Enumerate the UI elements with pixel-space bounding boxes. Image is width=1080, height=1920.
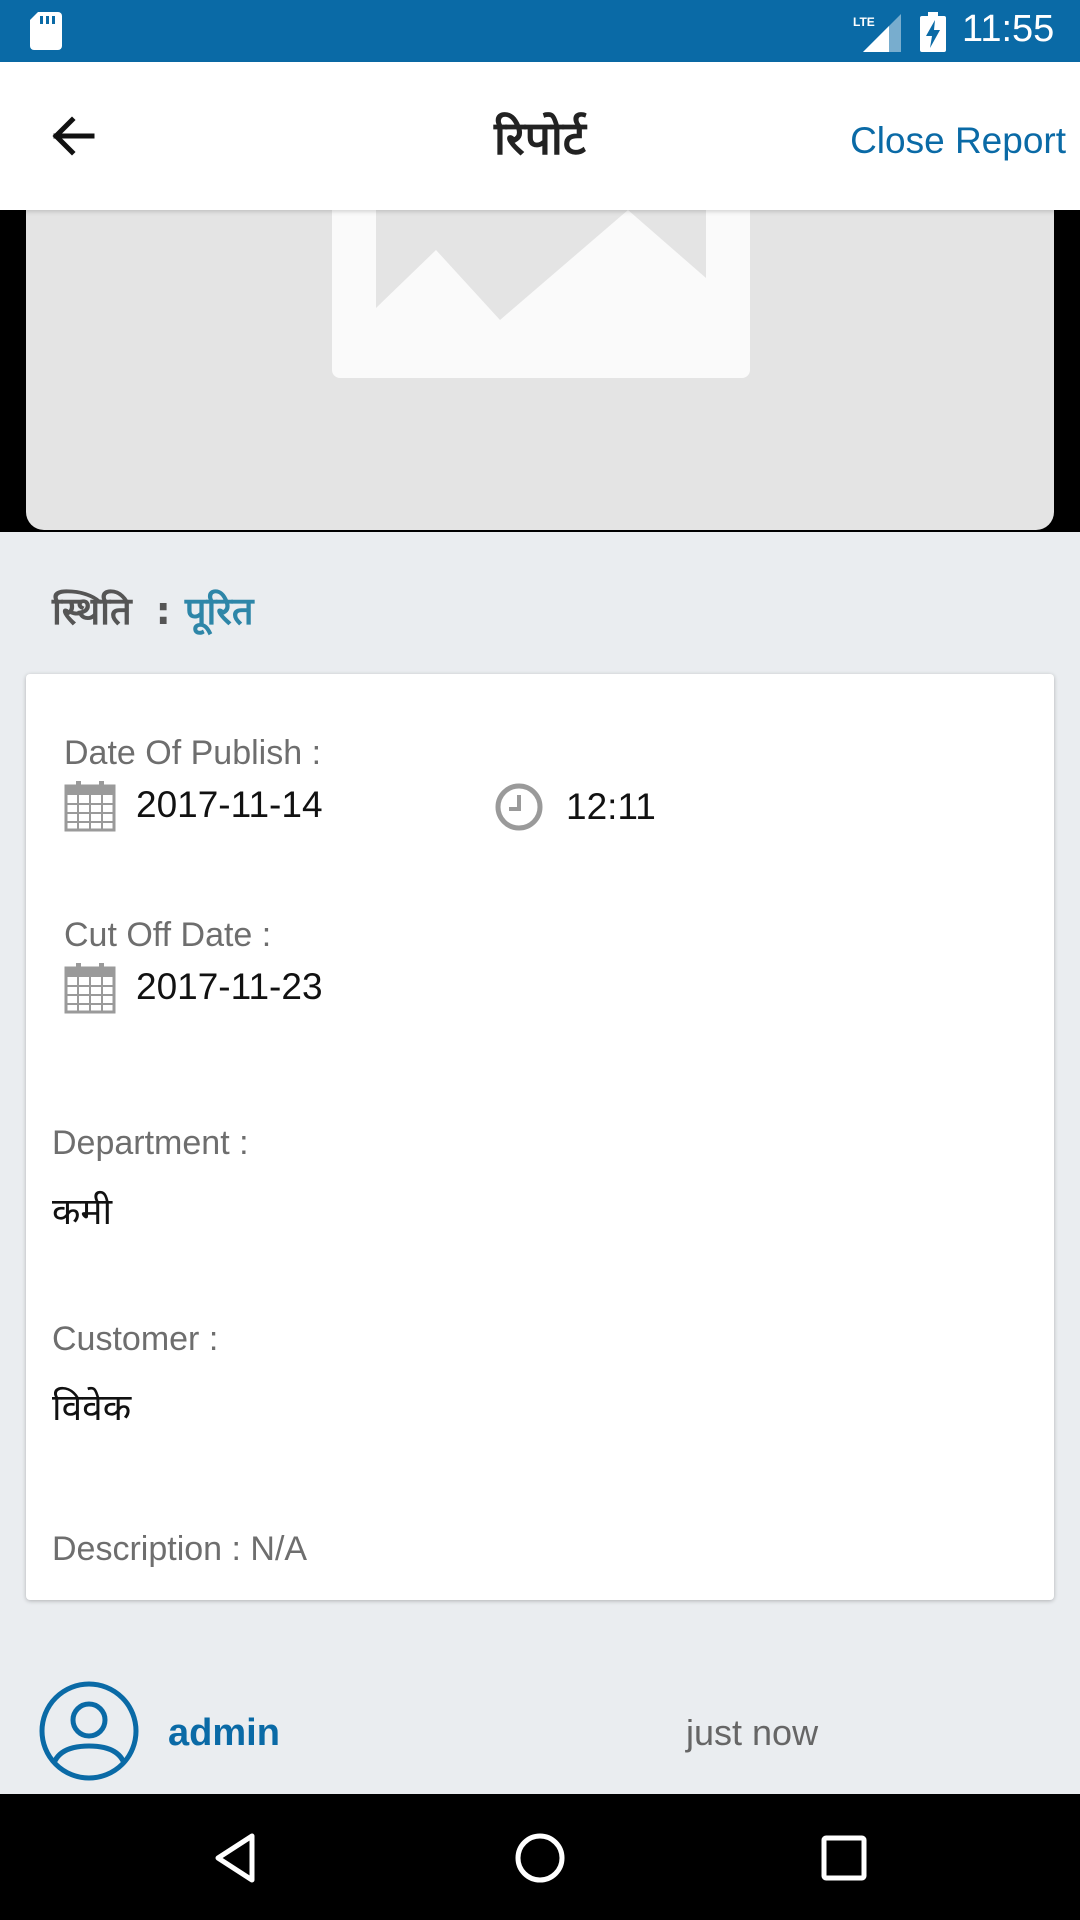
cutoff-date-label: Cut Off Date : xyxy=(64,916,272,954)
signal-lte-icon: LTE xyxy=(853,14,901,52)
clock-time: 11:55 xyxy=(962,8,1055,50)
clock-icon xyxy=(495,783,543,831)
customer-label: Customer : xyxy=(52,1320,219,1358)
user-avatar-icon xyxy=(39,1681,139,1781)
status-value: पूरित xyxy=(184,589,254,633)
image-placeholder[interactable] xyxy=(26,210,1054,530)
report-status: स्थिति: पूरित xyxy=(52,584,254,636)
comment-timestamp: just now xyxy=(686,1712,819,1753)
nav-home-icon[interactable] xyxy=(512,1830,568,1886)
status-bar: LTE 11:55 xyxy=(0,0,1080,62)
svg-text:LTE: LTE xyxy=(853,15,875,29)
publish-date-value: 2017-11-14 xyxy=(136,784,323,825)
image-placeholder-icon xyxy=(332,210,750,378)
description-text: Description : N/A xyxy=(52,1530,308,1568)
customer-value: विवेक xyxy=(52,1386,132,1429)
comment-username[interactable]: admin xyxy=(168,1712,280,1755)
close-report-button[interactable]: Close Report xyxy=(850,120,1066,162)
sd-card-icon xyxy=(30,12,62,50)
system-nav-bar xyxy=(0,1794,1080,1920)
publish-date-label: Date Of Publish : xyxy=(64,734,322,772)
department-label: Department : xyxy=(52,1124,249,1162)
report-image-area xyxy=(0,210,1080,532)
app-bar: रिपोर्ट Close Report xyxy=(0,62,1080,210)
department-value: कमी xyxy=(52,1190,113,1233)
calendar-icon xyxy=(64,963,116,1014)
battery-charging-icon xyxy=(920,12,946,52)
report-details-card: Date Of Publish : 2017-11-14 12:11 Cut O… xyxy=(26,674,1054,1600)
nav-recents-icon[interactable] xyxy=(816,1830,872,1886)
cutoff-date-value: 2017-11-23 xyxy=(136,966,323,1007)
calendar-icon xyxy=(64,781,116,832)
nav-back-icon[interactable] xyxy=(208,1830,264,1886)
status-separator: : xyxy=(155,589,171,633)
status-label: स्थिति xyxy=(52,589,132,633)
publish-time-value: 12:11 xyxy=(566,786,656,827)
